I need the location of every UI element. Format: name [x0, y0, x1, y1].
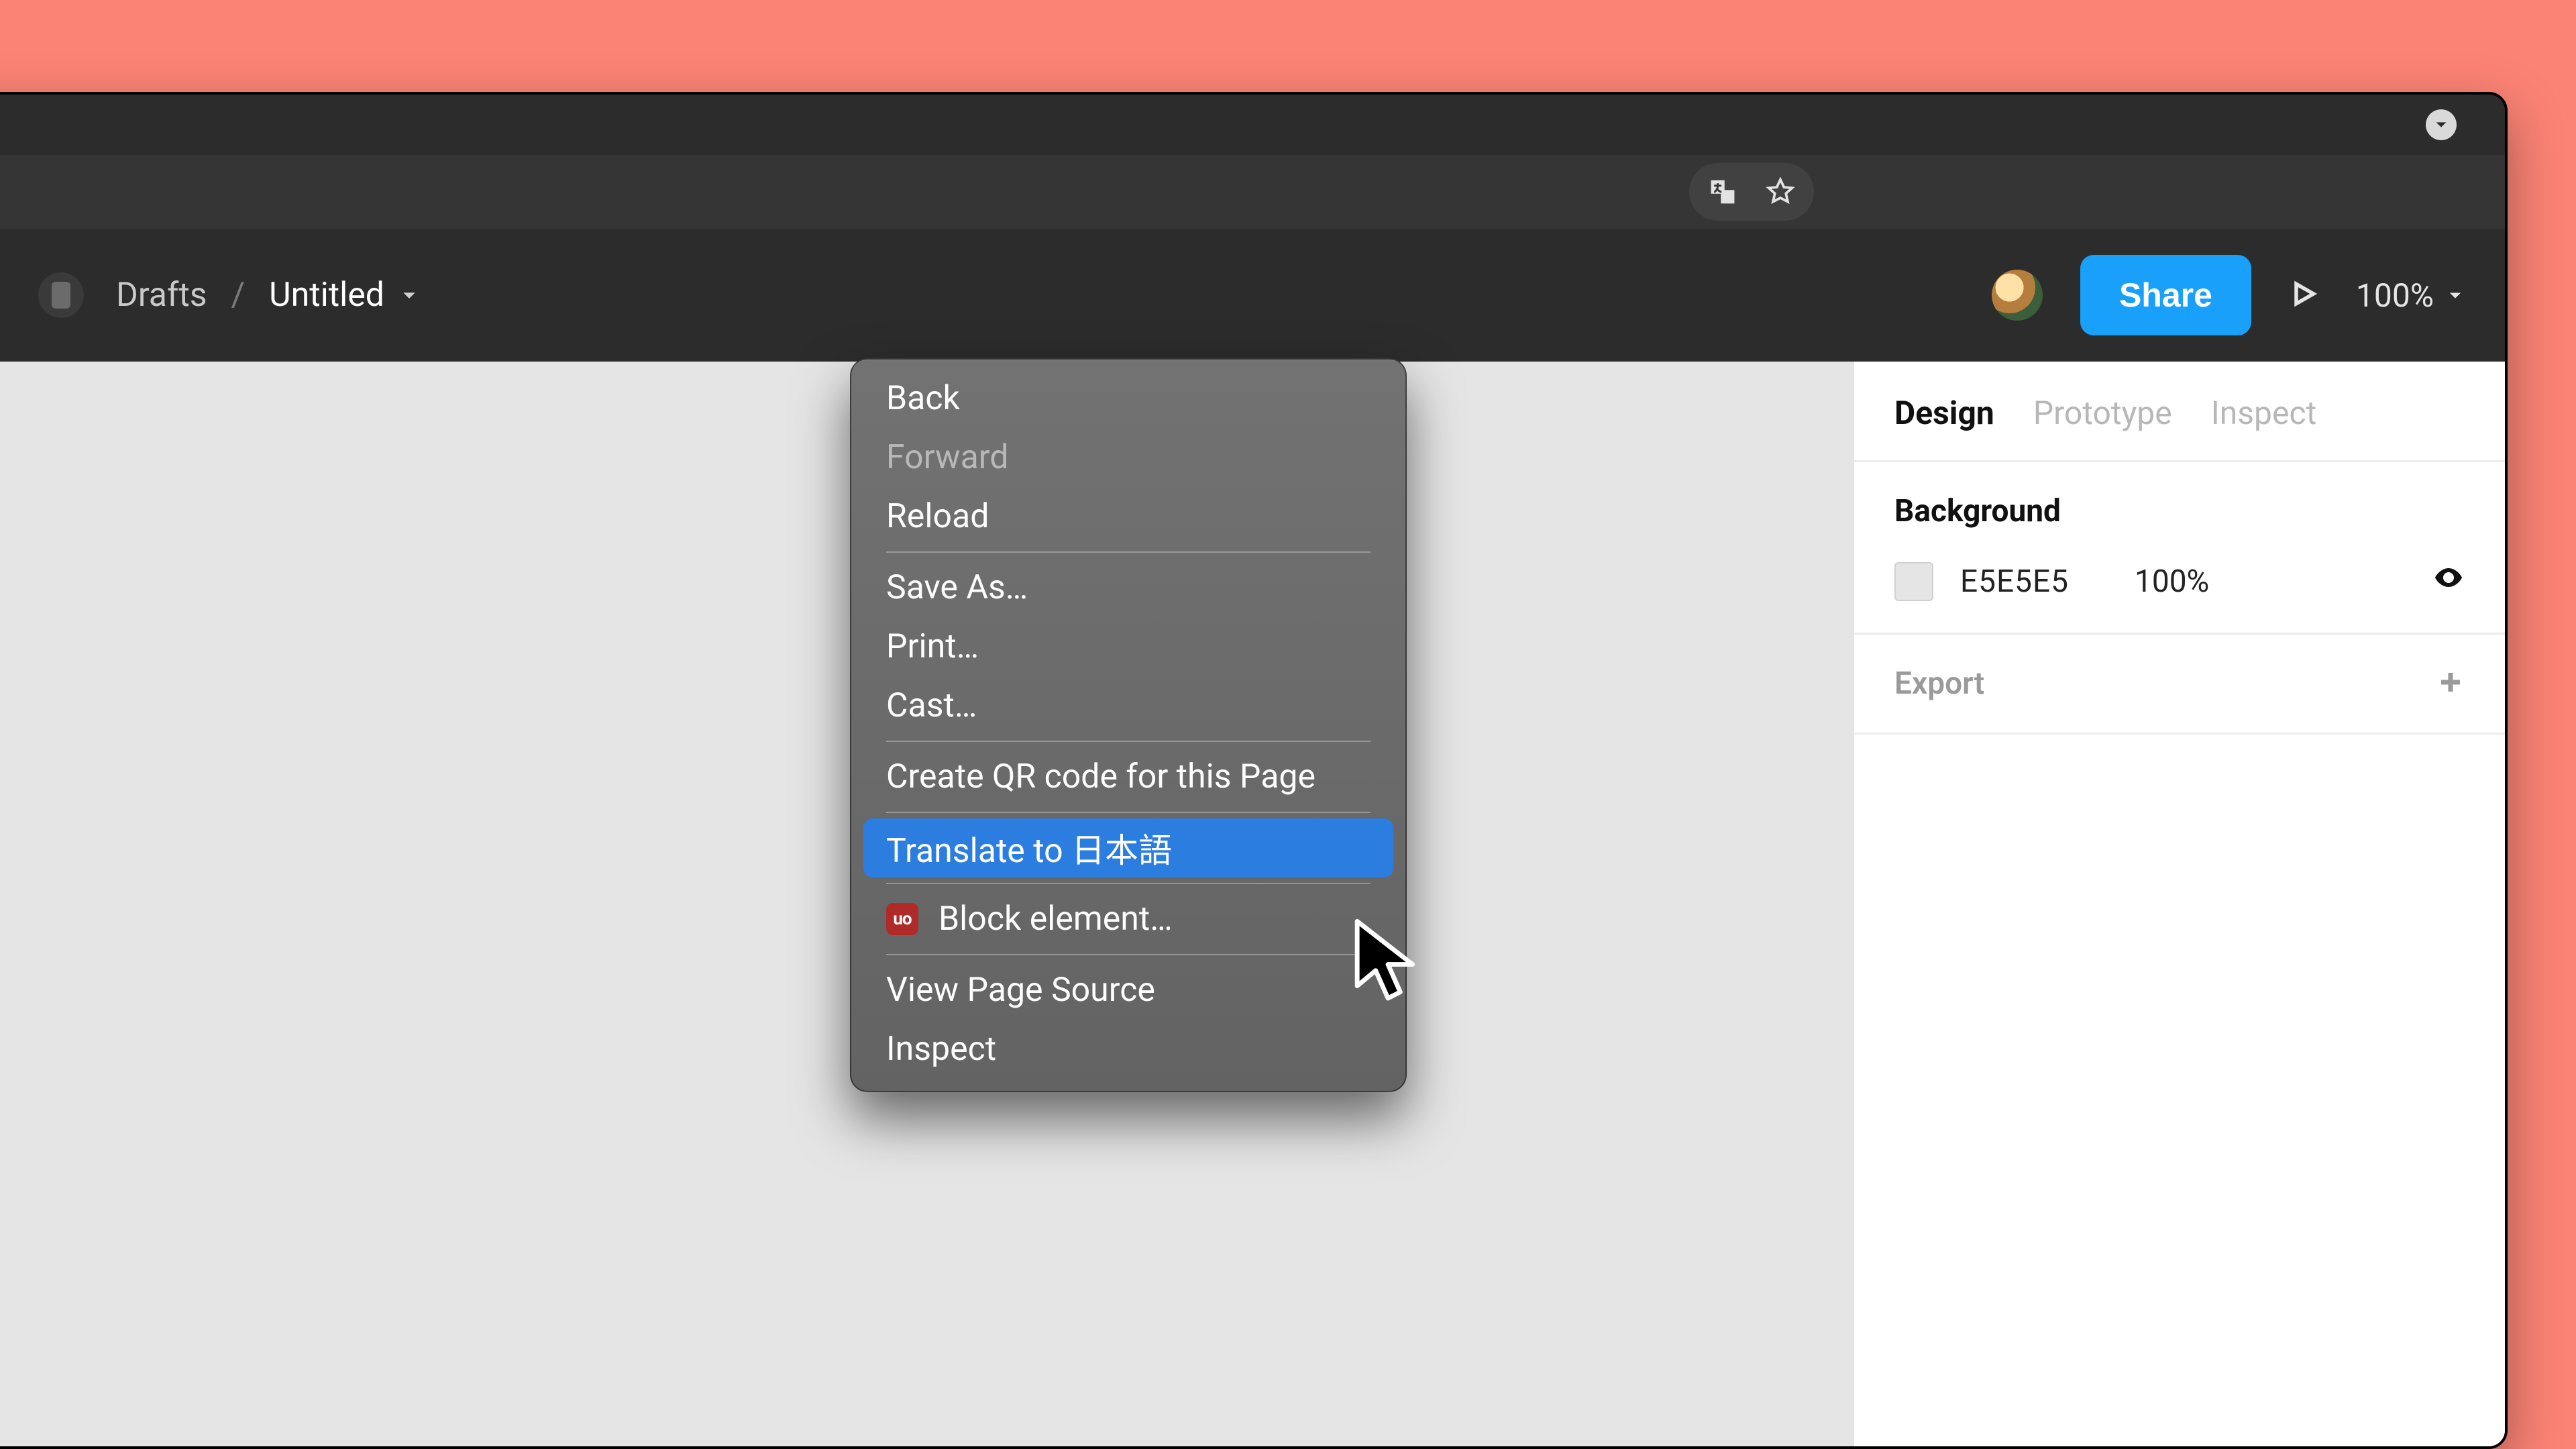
window-menu-button[interactable]: [2426, 109, 2457, 140]
context-menu: Back Forward Reload Save As… Print… Cast…: [850, 358, 1407, 1092]
section-background: Background E5E5E5 100%: [1854, 462, 2505, 635]
figma-logo[interactable]: [38, 272, 84, 318]
ctx-cast[interactable]: Cast…: [851, 676, 1405, 735]
ctx-reload[interactable]: Reload: [851, 487, 1405, 546]
tab-design[interactable]: Design: [1894, 394, 1994, 432]
background-row: E5E5E5 100%: [1894, 561, 2465, 602]
ctx-qr[interactable]: Create QR code for this Page: [851, 747, 1405, 806]
breadcrumb-title-text: Untitled: [269, 276, 384, 315]
export-add-button[interactable]: [2436, 668, 2465, 699]
right-panel: Design Prototype Inspect Background E5E5…: [1853, 362, 2505, 1446]
ctx-save-as[interactable]: Save As…: [851, 558, 1405, 617]
chevron-down-icon: [399, 285, 419, 305]
url-actions: [1689, 163, 1814, 221]
export-label: Export: [1894, 665, 1984, 702]
ctx-sep: [886, 551, 1371, 553]
zoom-value: 100%: [2356, 276, 2434, 315]
ctx-print[interactable]: Print…: [851, 617, 1405, 676]
ctx-block[interactable]: uo Block element…: [851, 890, 1405, 949]
ctx-sep: [886, 741, 1371, 742]
present-button[interactable]: [2289, 279, 2318, 311]
figma-logo-glyph: [52, 282, 70, 309]
right-panel-tabs: Design Prototype Inspect: [1854, 362, 2505, 462]
ctx-block-label: Block element…: [938, 900, 1173, 938]
document-location: Drafts / Untitled: [38, 272, 419, 318]
header-right: Share 100%: [1992, 255, 2465, 335]
ctx-back[interactable]: Back: [851, 369, 1405, 428]
background-hex[interactable]: E5E5E5: [1960, 564, 2108, 600]
section-background-title: Background: [1894, 493, 2465, 529]
ctx-view-source[interactable]: View Page Source: [851, 961, 1405, 1020]
ctx-forward: Forward: [851, 428, 1405, 487]
ctx-sep: [886, 883, 1371, 884]
plus-icon: [2436, 668, 2465, 696]
section-export: Export: [1854, 635, 2505, 735]
zoom-control[interactable]: 100%: [2356, 276, 2465, 315]
play-icon: [2289, 279, 2318, 309]
background-swatch[interactable]: [1894, 562, 1933, 601]
background-opacity[interactable]: 100%: [2135, 564, 2242, 600]
translate-icon[interactable]: [1708, 177, 1737, 207]
ctx-sep: [886, 954, 1371, 955]
cursor: [1351, 918, 1425, 1008]
star-icon[interactable]: [1766, 177, 1795, 207]
chevron-down-icon: [2434, 117, 2449, 132]
window-titlebar: [0, 95, 2505, 155]
cursor-icon: [1351, 918, 1425, 1005]
breadcrumb-sep: /: [231, 276, 246, 315]
breadcrumb-drafts[interactable]: Drafts: [116, 276, 207, 315]
app-header: Drafts / Untitled Share 100%: [0, 229, 2505, 362]
tab-prototype[interactable]: Prototype: [2033, 394, 2172, 432]
ctx-sep: [886, 812, 1371, 813]
tab-inspect[interactable]: Inspect: [2211, 394, 2317, 432]
ublock-icon: uo: [886, 903, 918, 935]
browser-toolbar: [0, 155, 2505, 229]
share-button[interactable]: Share: [2080, 255, 2251, 335]
eye-icon: [2432, 561, 2465, 594]
ctx-inspect[interactable]: Inspect: [851, 1020, 1405, 1079]
ctx-translate[interactable]: Translate to 日本語: [863, 818, 1393, 877]
background-visibility[interactable]: [2432, 561, 2465, 602]
breadcrumb-title[interactable]: Untitled: [269, 276, 419, 315]
avatar[interactable]: [1992, 270, 2043, 321]
chevron-down-icon: [2446, 286, 2465, 305]
